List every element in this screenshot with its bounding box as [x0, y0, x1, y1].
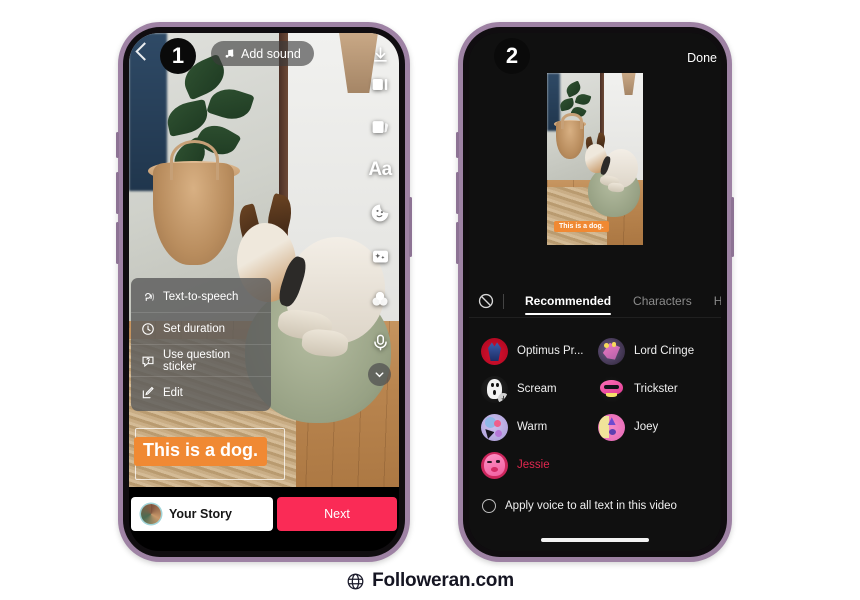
voice-item-optimus-prime[interactable]: Optimus Pr... [481, 335, 598, 367]
phone1-volume-down [116, 222, 119, 264]
joey-avatar [598, 413, 625, 441]
apply-voice-all-row[interactable]: Apply voice to all text in this video [482, 499, 677, 513]
globe-icon [346, 572, 365, 591]
no-voice-icon[interactable] [477, 292, 495, 310]
tab-divider [503, 293, 504, 309]
voice-name: Optimus Pr... [517, 345, 584, 357]
preview-caption-text: This is a dog. [554, 221, 609, 232]
voice-item-scream[interactable]: Scream [481, 373, 598, 405]
phone1-mute-switch [116, 132, 119, 158]
lord-cringe-avatar [598, 337, 625, 365]
voice-item-warm[interactable]: Warm [481, 411, 598, 443]
voice-item-joey[interactable]: Joey [598, 411, 715, 443]
phone-mockup-2: Done This is a dog. Recommended Characte… [456, 22, 734, 562]
phone2-power-button [731, 197, 734, 257]
edit-pencil-icon [141, 386, 155, 400]
phone2-screen: Done This is a dog. Recommended Characte… [469, 33, 721, 551]
video-caption-text[interactable]: This is a dog. [134, 437, 268, 466]
phone2-mute-switch [456, 132, 459, 158]
footer-watermark: Followeran.com [0, 570, 860, 592]
voice-effects-icon[interactable] [367, 329, 393, 355]
voice-item-trickster[interactable]: Trickster [598, 373, 715, 405]
step-badge-2: 2 [494, 38, 530, 74]
menu-item-use-question-sticker[interactable]: Use question sticker [131, 345, 271, 377]
phone-mockup-1: Add sound Aa Text-to-speech Set duration… [116, 22, 412, 562]
voice-name: Trickster [634, 383, 678, 395]
menu-label: Edit [163, 386, 183, 399]
chevron-down-icon [375, 372, 384, 378]
next-label: Next [324, 507, 350, 521]
split-clip-icon[interactable] [367, 71, 393, 97]
editor-tool-rail: Aa [367, 71, 393, 355]
story-avatar [141, 504, 161, 524]
phone1-bottom-bar: Your Story Next [129, 487, 399, 551]
voice-list: Optimus Pr... Lord Cringe Scream Trickst… [469, 329, 721, 481]
sticker-icon[interactable] [367, 200, 393, 226]
brand-name: Followeran.com [372, 570, 514, 591]
video-preview-2[interactable]: This is a dog. [547, 73, 643, 245]
tab-recommended[interactable]: Recommended [514, 285, 622, 317]
filters-icon[interactable] [367, 286, 393, 312]
warm-avatar [481, 413, 508, 441]
voice-category-tabs: Recommended Characters Humor [469, 285, 721, 318]
phone2-volume-up [456, 172, 459, 214]
jessie-avatar [481, 451, 508, 479]
tab-characters[interactable]: Characters [622, 285, 703, 317]
tab-humor[interactable]: Humor [703, 285, 721, 317]
menu-label: Set duration [163, 322, 226, 335]
optimus-prime-avatar [481, 337, 508, 365]
menu-item-set-duration[interactable]: Set duration [131, 313, 271, 345]
voice-name: Lord Cringe [634, 345, 695, 357]
effects-sparkle-icon[interactable] [367, 243, 393, 269]
music-note-icon [225, 49, 234, 58]
step-badge-1: 1 [160, 38, 196, 74]
voice-name: Warm [517, 421, 548, 433]
your-story-label: Your Story [169, 507, 232, 521]
phone2-volume-down [456, 222, 459, 264]
menu-item-edit[interactable]: Edit [131, 377, 271, 408]
menu-label: Use question sticker [163, 348, 231, 373]
question-sticker-icon [141, 354, 155, 368]
dog-photo-small [547, 73, 643, 245]
add-sound-label: Add sound [241, 46, 301, 61]
trickster-avatar [598, 375, 625, 403]
collapse-tools-button[interactable] [368, 363, 391, 386]
voice-picker-panel: Done This is a dog. Recommended Characte… [469, 33, 721, 551]
download-icon[interactable] [367, 41, 393, 67]
phone1-screen: Add sound Aa Text-to-speech Set duration… [129, 33, 399, 551]
voice-name: Joey [634, 421, 659, 433]
next-button[interactable]: Next [277, 497, 397, 531]
menu-item-text-to-speech[interactable]: Text-to-speech [131, 281, 271, 313]
clock-icon [141, 322, 155, 336]
add-sound-button[interactable]: Add sound [211, 41, 314, 66]
download-badge[interactable] [498, 392, 508, 403]
home-indicator [541, 538, 649, 542]
your-story-button[interactable]: Your Story [131, 497, 273, 531]
menu-label: Text-to-speech [163, 290, 239, 303]
voice-item-lord-cringe[interactable]: Lord Cringe [598, 335, 715, 367]
text-to-speech-icon [141, 290, 155, 304]
voice-item-jessie[interactable]: Jessie [481, 449, 598, 481]
voice-name: Jessie [517, 459, 550, 471]
apply-voice-radio[interactable] [482, 499, 496, 513]
text-icon[interactable]: Aa [367, 157, 393, 183]
apply-voice-label: Apply voice to all text in this video [505, 500, 677, 512]
voice-name: Scream [517, 383, 557, 395]
done-button[interactable]: Done [687, 51, 717, 65]
scream-avatar [481, 375, 508, 403]
video-preview-1[interactable]: Add sound Aa Text-to-speech Set duration… [129, 33, 399, 497]
phone1-power-button [409, 197, 412, 257]
phone1-volume-up [116, 172, 119, 214]
text-context-menu: Text-to-speech Set duration Use question… [131, 278, 271, 411]
screenshot-canvas: Add sound Aa Text-to-speech Set duration… [0, 0, 860, 600]
templates-icon[interactable] [367, 114, 393, 140]
back-arrow-icon[interactable] [135, 42, 154, 61]
